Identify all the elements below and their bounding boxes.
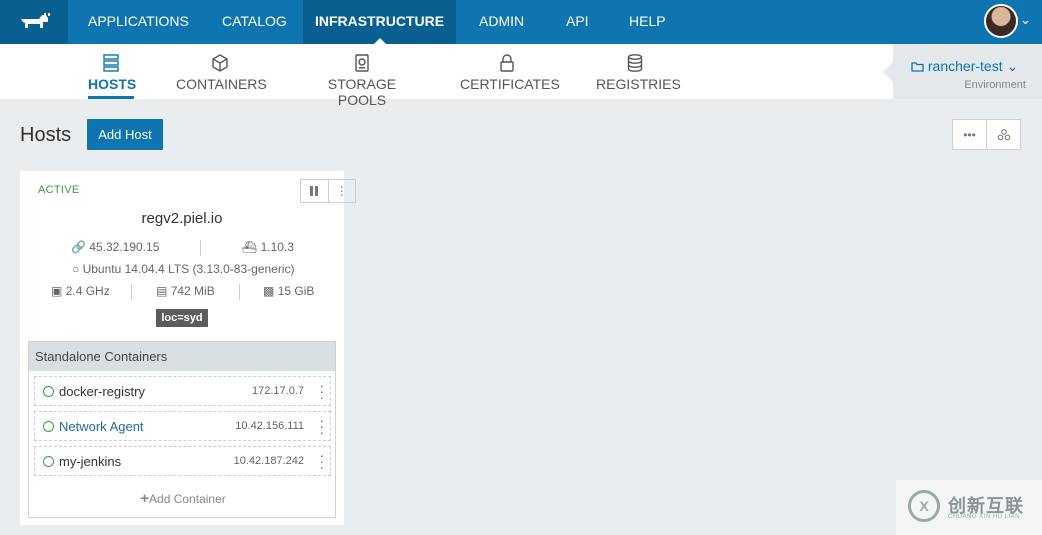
environment-switcher[interactable]: rancher-test ⌄ Environment bbox=[883, 44, 1042, 99]
host-storage-value: 15 GiB bbox=[277, 284, 315, 298]
host-label-tag: loc=syd bbox=[156, 309, 208, 327]
host-cpu: ▣ 2.4 GHz bbox=[51, 284, 110, 298]
host-os: ○ Ubuntu 14.04.4 LTS (3.13.0-83-generic) bbox=[72, 262, 295, 276]
container-ip: 10.42.187.242 bbox=[233, 455, 304, 467]
tab-hosts-label: HOSTS bbox=[88, 76, 137, 92]
nav-admin[interactable]: ADMIN bbox=[479, 0, 524, 44]
database-icon bbox=[596, 54, 673, 74]
container-name: docker-registry bbox=[59, 384, 145, 399]
user-avatar[interactable] bbox=[984, 4, 1018, 38]
cube-icon bbox=[176, 54, 264, 74]
add-host-button[interactable]: Add Host bbox=[87, 119, 163, 150]
view-toggle-group: ••• bbox=[952, 119, 1021, 150]
tab-storage-pools[interactable]: STORAGE POOLS bbox=[306, 44, 418, 108]
watermark-subtext: CHUANG XIN HU LIAN bbox=[948, 514, 1021, 520]
host-state-badge: ACTIVE bbox=[38, 184, 80, 196]
add-container-link[interactable]: +Add Container bbox=[29, 490, 337, 507]
page-title: Hosts bbox=[20, 124, 72, 146]
host-docker-version: ⛴ 1.10.3 bbox=[242, 240, 294, 254]
host-actions: ⋮ bbox=[300, 179, 356, 203]
watermark: X 创新互联 CHUANG XIN HU LIAN bbox=[896, 480, 1042, 535]
folder-icon bbox=[911, 62, 924, 72]
nav-api[interactable]: API bbox=[566, 0, 589, 44]
tab-hosts[interactable]: HOSTS bbox=[88, 44, 137, 99]
status-circle-icon bbox=[43, 456, 54, 467]
environment-label: Environment bbox=[964, 79, 1026, 91]
link-icon: 🔗 bbox=[71, 240, 86, 254]
environment-name-text: rancher-test bbox=[927, 58, 1003, 74]
tab-containers[interactable]: CONTAINERS bbox=[176, 44, 267, 99]
standalone-containers-panel: Standalone Containers docker-registry 17… bbox=[28, 341, 336, 518]
hosts-icon bbox=[88, 54, 134, 74]
status-circle-icon bbox=[43, 386, 54, 397]
host-ip: 🔗 45.32.190.15 bbox=[71, 240, 159, 254]
cluster-view-icon[interactable] bbox=[986, 120, 1020, 149]
host-os-value: Ubuntu 14.04.4 LTS (3.13.0-83-generic) bbox=[82, 262, 295, 276]
host-cpu-value: 2.4 GHz bbox=[65, 284, 110, 298]
standalone-containers-heading: Standalone Containers bbox=[29, 342, 335, 371]
linux-icon: ○ bbox=[72, 262, 80, 276]
nav-infrastructure-label: INFRASTRUCTURE bbox=[314, 13, 445, 29]
divider bbox=[131, 284, 132, 300]
rancher-logo[interactable] bbox=[0, 0, 68, 44]
status-circle-icon bbox=[43, 421, 54, 432]
docker-whale-icon: ⛴ bbox=[242, 240, 258, 254]
host-memory: ▤ 742 MiB bbox=[156, 284, 215, 298]
container-item[interactable]: docker-registry 172.17.0.7 · · · bbox=[34, 376, 331, 406]
container-name: my-jenkins bbox=[59, 454, 122, 469]
container-ip: 172.17.0.7 bbox=[252, 385, 304, 397]
chevron-down-icon: ⌄ bbox=[1006, 58, 1019, 74]
nav-infrastructure[interactable]: INFRASTRUCTURE bbox=[303, 0, 456, 44]
tab-registries-label: REGISTRIES bbox=[596, 76, 681, 92]
more-options-icon[interactable]: ••• bbox=[953, 120, 986, 149]
kebab-menu-icon[interactable]: · · · bbox=[319, 413, 324, 439]
kebab-menu-icon[interactable]: · · · bbox=[319, 448, 324, 474]
host-card: ACTIVE ⋮ regv2.piel.io 🔗 45.32.190.15 ⛴ … bbox=[20, 171, 356, 525]
disk-icon bbox=[306, 54, 418, 74]
host-ip-value: 45.32.190.15 bbox=[89, 240, 160, 254]
container-item[interactable]: my-jenkins 10.42.187.242 · · · bbox=[34, 446, 331, 476]
tab-certificates[interactable]: CERTIFICATES bbox=[460, 44, 560, 99]
pause-icon[interactable] bbox=[301, 180, 328, 202]
add-container-label: Add Container bbox=[149, 492, 226, 506]
container-ip: 10.42.156.111 bbox=[235, 420, 304, 432]
nav-catalog[interactable]: CATALOG bbox=[222, 0, 287, 44]
disk-icon: ▩ bbox=[263, 284, 275, 298]
nav-applications[interactable]: APPLICATIONS bbox=[88, 0, 189, 44]
container-name[interactable]: Network Agent bbox=[59, 419, 144, 434]
cpu-icon: ▣ bbox=[51, 284, 63, 298]
plus-icon: + bbox=[140, 490, 150, 507]
tab-certificates-label: CERTIFICATES bbox=[460, 76, 560, 92]
divider bbox=[200, 240, 201, 256]
host-memory-value: 742 MiB bbox=[170, 284, 215, 298]
tab-registries[interactable]: REGISTRIES bbox=[596, 44, 681, 99]
lock-icon bbox=[460, 54, 554, 74]
container-item[interactable]: Network Agent 10.42.156.111 · · · bbox=[34, 411, 331, 441]
tab-storage-pools-label: STORAGE POOLS bbox=[327, 76, 397, 108]
chevron-down-icon[interactable]: ⌄ bbox=[1020, 12, 1031, 28]
environment-name: rancher-test ⌄ bbox=[911, 58, 1018, 75]
host-docker-version-value: 1.10.3 bbox=[260, 240, 294, 254]
host-name: regv2.piel.io bbox=[141, 210, 223, 227]
top-navbar: APPLICATIONS CATALOG INFRASTRUCTURE ADMI… bbox=[0, 0, 1042, 44]
kebab-menu-icon[interactable]: · · · bbox=[319, 378, 324, 404]
cow-icon bbox=[21, 13, 50, 28]
watermark-logo-icon: X bbox=[908, 490, 940, 522]
memory-icon: ▤ bbox=[156, 284, 168, 298]
kebab-menu-icon[interactable]: ⋮ bbox=[327, 180, 356, 202]
tab-containers-label: CONTAINERS bbox=[176, 76, 267, 92]
host-storage: ▩ 15 GiB bbox=[263, 284, 314, 298]
nav-help[interactable]: HELP bbox=[629, 0, 666, 44]
divider bbox=[239, 284, 240, 300]
